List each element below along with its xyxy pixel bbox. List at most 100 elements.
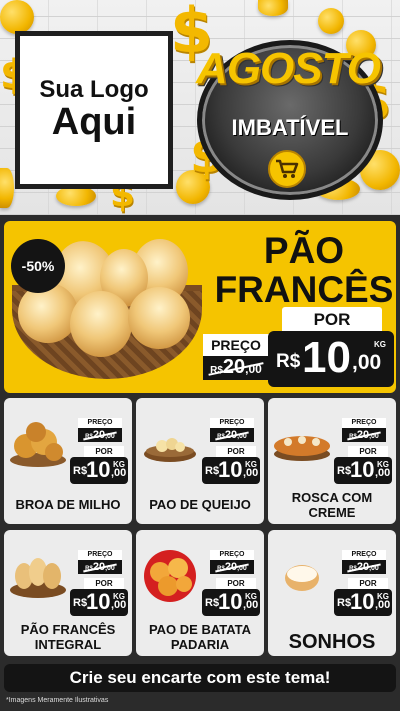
new-price: R$ 10,00 KG — [70, 589, 128, 616]
old-price-cents: ,00 — [369, 433, 379, 440]
new-price: R$ 10 ,00 KG — [268, 331, 394, 387]
coin-icon — [318, 8, 344, 34]
old-price-cents: ,00 — [237, 433, 247, 440]
product-name-line2: CREME — [308, 505, 356, 520]
product-card[interactable]: PREÇO R$20,00 POR R$ 10,00 KG PAO DE BATATA PAD… — [136, 530, 264, 656]
price-currency: R$ — [73, 597, 88, 609]
new-price: R$ 10,00 KG — [334, 589, 392, 616]
old-price-cents: ,00 — [369, 565, 379, 572]
product-name-line1: PAO DE QUEIJO — [149, 497, 251, 512]
coin-icon — [0, 168, 14, 208]
old-price: R$20,00 — [78, 428, 122, 442]
old-price-label: PREÇO — [210, 418, 254, 428]
new-price-label: POR — [348, 578, 388, 589]
price-integer: 10 — [218, 589, 243, 614]
old-price-integer: 20 — [92, 429, 106, 441]
product-card[interactable]: PREÇO R$20,00 POR R$ 10,00 KG SONHOS — [268, 530, 396, 656]
price-unit: KG — [377, 460, 389, 469]
product-name-line1: ROSCA COM — [291, 490, 373, 505]
disclaimer-text: *Imagens Meramente Ilustrativas — [6, 697, 109, 704]
bread-roll-image — [70, 291, 132, 357]
price-unit: KG — [377, 592, 389, 601]
product-name-line1: PAO DE BATATA — [148, 622, 252, 637]
price-unit: KG — [113, 460, 125, 469]
cta-banner[interactable]: Crie seu encarte com este tema! — [4, 664, 396, 692]
campaign-title: AGOSTO — [196, 44, 381, 93]
old-price-currency: R$ — [210, 365, 223, 376]
price-integer: 10 — [218, 457, 243, 482]
product-card[interactable]: PREÇO R$20,00 POR R$ 10,00 KG ROSCA COM CREME — [268, 398, 396, 524]
discount-badge: -50% — [11, 239, 65, 293]
price-currency: R$ — [276, 351, 301, 372]
product-image — [138, 546, 202, 602]
price-currency: R$ — [205, 465, 220, 477]
featured-name-line2: FRANCÊS — [214, 269, 394, 311]
product-image — [6, 414, 70, 470]
new-price: R$ 10,00 KG — [334, 457, 392, 484]
old-price: R$20,00 — [78, 560, 122, 574]
old-price-currency: R$ — [217, 434, 225, 440]
old-price-cents: ,00 — [105, 565, 115, 572]
old-price-label: PREÇO — [342, 418, 386, 428]
price-currency: R$ — [337, 465, 352, 477]
old-price-integer: 20 — [224, 561, 238, 573]
old-price: R$20,00 — [203, 356, 269, 380]
product-name: PAO DE BATATA PADARIA — [136, 622, 264, 652]
product-card[interactable]: PREÇO R$20,00 POR R$ 10,00 KG BROA DE MILHO — [4, 398, 132, 524]
old-price-currency: R$ — [349, 566, 357, 572]
old-price: R$20,00 — [210, 428, 254, 442]
old-price-cents: ,00 — [105, 433, 115, 440]
old-price-label: PREÇO — [203, 334, 269, 356]
old-price-integer: 20 — [224, 429, 238, 441]
price-integer: 10 — [302, 333, 351, 382]
old-price-cents: ,00 — [245, 362, 262, 376]
old-price-label: PREÇO — [210, 550, 254, 560]
product-image — [270, 414, 334, 470]
shopping-cart-icon — [268, 150, 306, 188]
price-unit: KG — [374, 340, 386, 349]
price-currency: R$ — [205, 597, 220, 609]
product-card[interactable]: PREÇO R$20,00 POR R$ 10,00 KG PÃO FRANCÊS INTEG… — [4, 530, 132, 656]
featured-product-card[interactable]: -50% PÃO FRANCÊS PREÇO R$20,00 POR R$ 10… — [4, 221, 396, 393]
old-price-integer: 20 — [92, 561, 106, 573]
logo-text-line1: Sua Logo — [39, 76, 149, 104]
old-price-label: PREÇO — [78, 418, 122, 428]
product-image — [6, 546, 70, 602]
old-price-currency: R$ — [349, 434, 357, 440]
price-cents: ,00 — [352, 351, 382, 374]
product-name-line1: PÃO FRANCÊS — [20, 622, 116, 637]
new-price: R$ 10,00 KG — [202, 589, 260, 616]
product-image — [138, 414, 202, 470]
new-price-label: POR — [216, 578, 256, 589]
price-unit: KG — [245, 460, 257, 469]
new-price: R$ 10,00 KG — [202, 457, 260, 484]
old-price: R$20,00 — [210, 560, 254, 574]
old-price: R$20,00 — [342, 428, 386, 442]
product-name-line2: INTEGRAL — [34, 637, 102, 652]
old-price-currency: R$ — [217, 566, 225, 572]
logo-placeholder[interactable]: Sua Logo Aqui — [15, 31, 173, 189]
new-price-label: POR — [348, 446, 388, 457]
price-integer: 10 — [350, 457, 375, 482]
price-integer: 10 — [86, 457, 111, 482]
product-image — [270, 546, 334, 602]
coin-icon — [258, 0, 288, 16]
product-card[interactable]: PREÇO R$20,00 POR R$ 10,00 KG PAO DE QUEIJO — [136, 398, 264, 524]
header-banner: $ $ $ $ $ Sua Logo Aqui AGOSTO IMBATÍVEL — [0, 0, 400, 215]
new-price-label: POR — [282, 307, 382, 333]
product-name-line2: PADARIA — [170, 637, 230, 652]
old-price-currency: R$ — [85, 566, 93, 572]
featured-name-line1: PÃO — [263, 230, 345, 271]
old-price-integer: 20 — [356, 429, 370, 441]
new-price-label: POR — [216, 446, 256, 457]
old-price: R$20,00 — [342, 560, 386, 574]
price-unit: KG — [113, 592, 125, 601]
product-name: PÃO FRANCÊS INTEGRAL — [4, 622, 132, 652]
old-price-cents: ,00 — [237, 565, 247, 572]
product-name: PAO DE QUEIJO — [136, 497, 264, 512]
old-price-label: PREÇO — [78, 550, 122, 560]
price-currency: R$ — [337, 597, 352, 609]
logo-text-line2: Aqui — [51, 100, 137, 143]
old-price-integer: 20 — [356, 561, 370, 573]
product-name-line1: BROA DE MILHO — [15, 497, 121, 512]
